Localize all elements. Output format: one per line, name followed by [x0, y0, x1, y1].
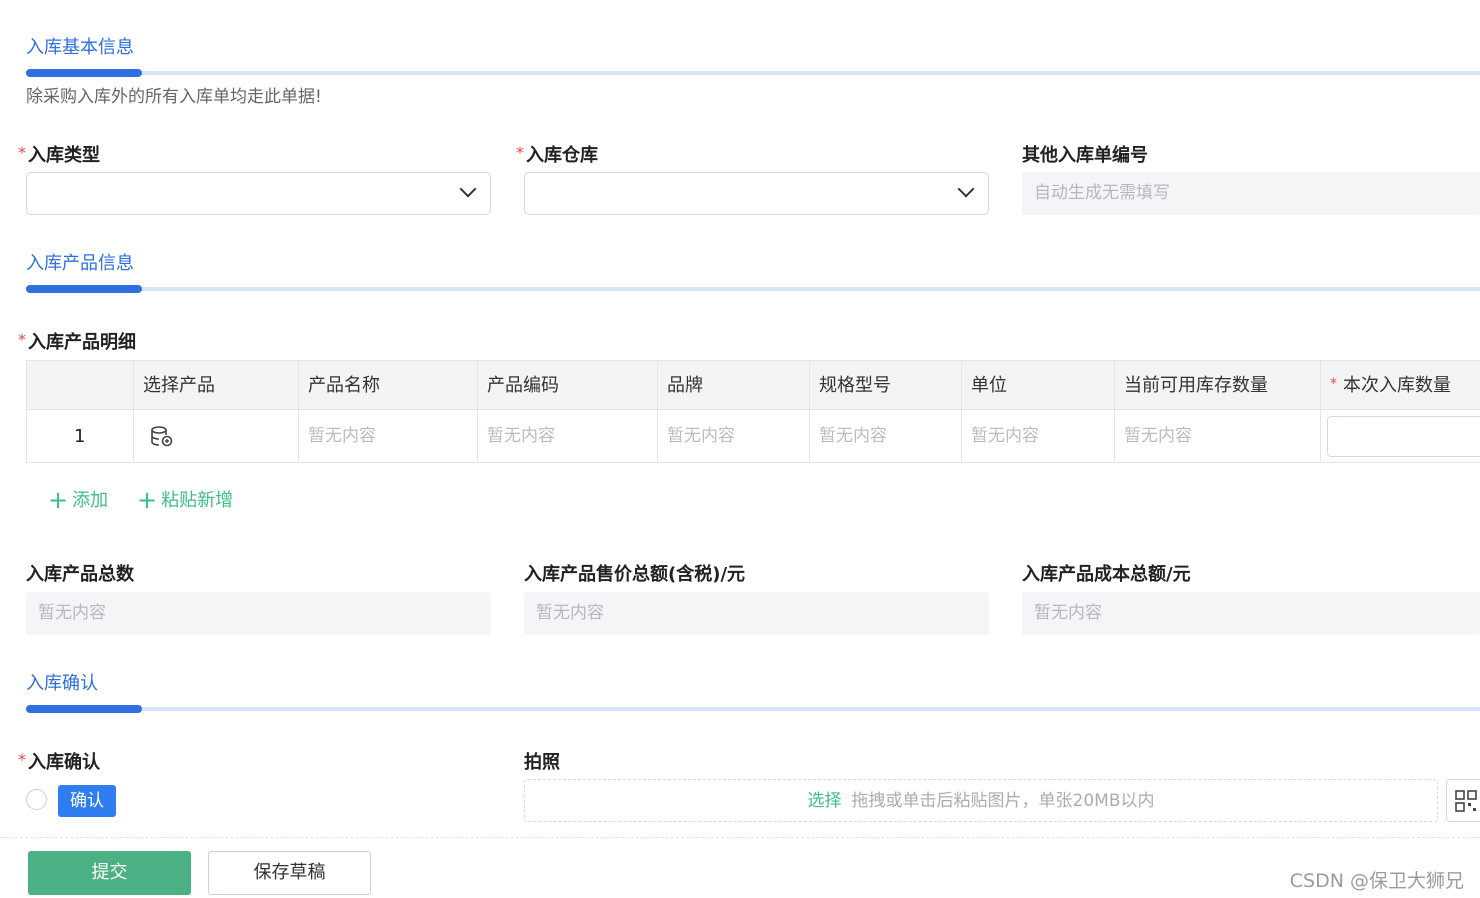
total-cost-value: 暂无内容: [1022, 592, 1480, 635]
paste-add-label: 粘贴新增: [161, 490, 234, 511]
product-detail-label: * 入库产品明细: [18, 328, 136, 354]
inbound-type-label-text: 入库类型: [28, 145, 100, 166]
section-note: 除采购入库外的所有入库单均走此单据!: [26, 87, 322, 107]
row-index: 1: [74, 426, 86, 447]
total-cost-label: 入库产品成本总额/元: [1022, 564, 1191, 585]
section-title-product-info: 入库产品信息: [26, 253, 134, 274]
inbound-type-select[interactable]: [26, 172, 491, 215]
upload-hint: 拖拽或单击后粘贴图片，单张20MB以内: [851, 791, 1155, 811]
cell-product-name: 暂无内容: [308, 426, 376, 446]
column-divider: [809, 361, 810, 463]
section-title-basic-info: 入库基本信息: [26, 37, 134, 58]
column-divider: [657, 361, 658, 463]
required-mark: *: [18, 143, 26, 162]
plus-icon: +: [48, 486, 69, 514]
cell-stock: 暂无内容: [1124, 426, 1192, 446]
column-divider: [298, 361, 299, 463]
database-icon[interactable]: [150, 426, 174, 448]
cell-brand: 暂无内容: [667, 426, 735, 446]
column-header-unit: 单位: [971, 375, 1007, 396]
inbound-type-label: * 入库类型: [18, 141, 100, 167]
section-divider-product-info: [26, 285, 1480, 293]
total-price-value: 暂无内容: [524, 592, 989, 635]
section-divider-confirm: [26, 705, 1480, 713]
column-header-product-code: 产品编码: [487, 375, 559, 396]
confirm-radio[interactable]: [26, 789, 47, 810]
other-number-label: 其他入库单编号: [1022, 145, 1148, 166]
required-mark: *: [516, 143, 524, 162]
upload-pick-link[interactable]: 选择: [808, 791, 842, 811]
column-header-product-name: 产品名称: [308, 375, 380, 396]
paste-add-button[interactable]: + 粘贴新增: [137, 484, 234, 514]
chevron-down-icon: [957, 180, 975, 198]
column-header-stock: 当前可用库存数量: [1124, 375, 1268, 396]
submit-button[interactable]: 提交: [28, 851, 191, 895]
total-count-value: 暂无内容: [26, 592, 491, 635]
cell-unit: 暂无内容: [971, 426, 1039, 446]
confirm-label: * 入库确认: [18, 748, 100, 774]
product-detail-table: 选择产品 产品名称 产品编码 品牌 规格型号 单位 当前可用库存数量 * 本次入库…: [26, 360, 1480, 463]
section-title-confirm: 入库确认: [26, 673, 98, 694]
product-detail-label-text: 入库产品明细: [28, 332, 136, 353]
required-mark: *: [1330, 376, 1337, 392]
add-row-button[interactable]: + 添加: [48, 484, 109, 514]
column-header-select-product: 选择产品: [143, 375, 215, 396]
watermark: CSDN @保卫大狮兄: [1289, 870, 1464, 892]
column-header-quantity: * 本次入库数量: [1330, 361, 1451, 410]
column-header-quantity-text: 本次入库数量: [1343, 375, 1451, 396]
column-divider: [1114, 361, 1115, 463]
warehouse-select[interactable]: [524, 172, 989, 215]
qr-code-button[interactable]: [1446, 779, 1480, 822]
cell-product-code: 暂无内容: [487, 426, 555, 446]
qr-code-icon: [1455, 790, 1477, 812]
quantity-input[interactable]: [1327, 416, 1480, 457]
confirm-label-text: 入库确认: [28, 752, 100, 773]
photo-label: 拍照: [524, 752, 560, 773]
total-count-label: 入库产品总数: [26, 564, 134, 585]
plus-icon: +: [137, 486, 158, 514]
column-header-brand: 品牌: [667, 375, 703, 396]
required-mark: *: [18, 750, 26, 769]
confirm-option-tag[interactable]: 确认: [58, 785, 116, 817]
chevron-down-icon: [459, 180, 477, 198]
footer-divider: [0, 837, 1480, 838]
required-mark: *: [18, 330, 26, 349]
section-divider-accent: [26, 285, 142, 293]
cell-spec: 暂无内容: [819, 426, 887, 446]
warehouse-label: * 入库仓库: [516, 141, 598, 167]
save-draft-button[interactable]: 保存草稿: [208, 851, 371, 895]
other-number-input[interactable]: 自动生成无需填写: [1022, 172, 1480, 215]
add-row-label: 添加: [72, 490, 109, 511]
section-divider-accent: [26, 69, 142, 77]
column-divider: [1320, 361, 1321, 463]
column-divider: [477, 361, 478, 463]
section-divider-basic-info: [26, 69, 1480, 77]
column-divider: [133, 361, 134, 463]
section-divider-accent: [26, 705, 142, 713]
column-divider: [961, 361, 962, 463]
column-header-spec: 规格型号: [819, 375, 891, 396]
warehouse-label-text: 入库仓库: [526, 145, 598, 166]
photo-upload-dropzone[interactable]: 选择 拖拽或单击后粘贴图片，单张20MB以内: [524, 779, 1438, 822]
total-price-label: 入库产品售价总额(含税)/元: [524, 564, 746, 585]
